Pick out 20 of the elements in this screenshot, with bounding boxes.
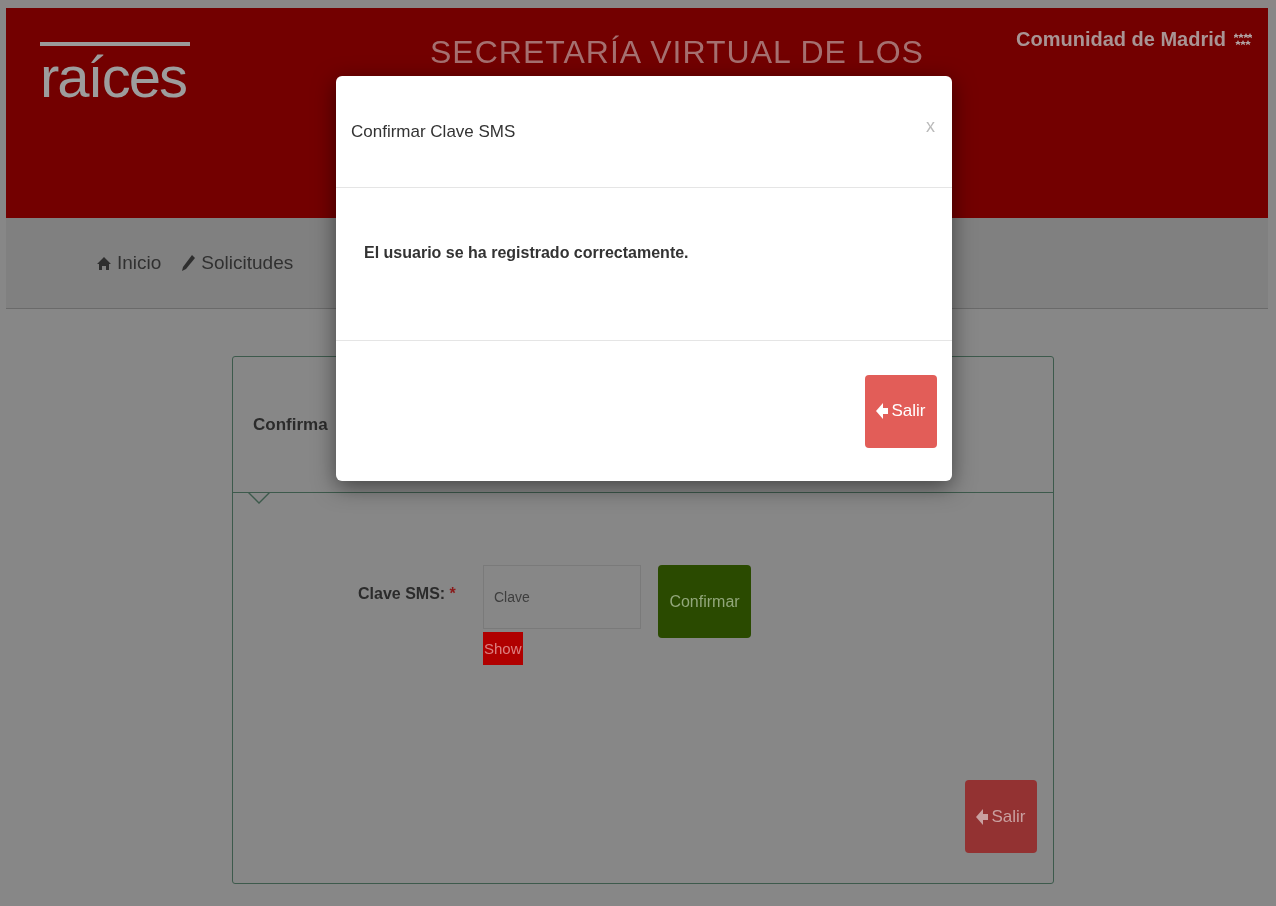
arrow-left-icon [976, 807, 989, 826]
stars-icon [1234, 31, 1252, 48]
field-label: Clave SMS: * [358, 585, 457, 603]
logo-text: raíces [40, 48, 186, 106]
region-name: Comunidad de Madrid [1016, 28, 1226, 51]
nav-link[interactable]: Solicitudes [181, 252, 294, 274]
close-button[interactable]: x [924, 116, 937, 137]
sms-code-field[interactable]: Clave [483, 565, 641, 629]
dialog-title: Confirmar Clave SMS [351, 121, 516, 142]
card-title: Confirma [253, 414, 328, 435]
exit-button[interactable]: Salir [965, 780, 1037, 853]
home-icon [96, 255, 112, 271]
nav-link[interactable]: Inicio [96, 252, 162, 274]
dialog-message: El usuario se ha registrado correctamente. [364, 244, 689, 261]
pencil-icon [181, 254, 197, 272]
confirm-button[interactable]: Confirmar [658, 565, 751, 638]
site-title: SECRETARÍA VIRTUAL DE LOS [430, 34, 924, 71]
show-button[interactable]: Show [483, 632, 523, 665]
exit-button[interactable]: Salir [865, 374, 937, 448]
arrow-left-icon [876, 402, 889, 420]
